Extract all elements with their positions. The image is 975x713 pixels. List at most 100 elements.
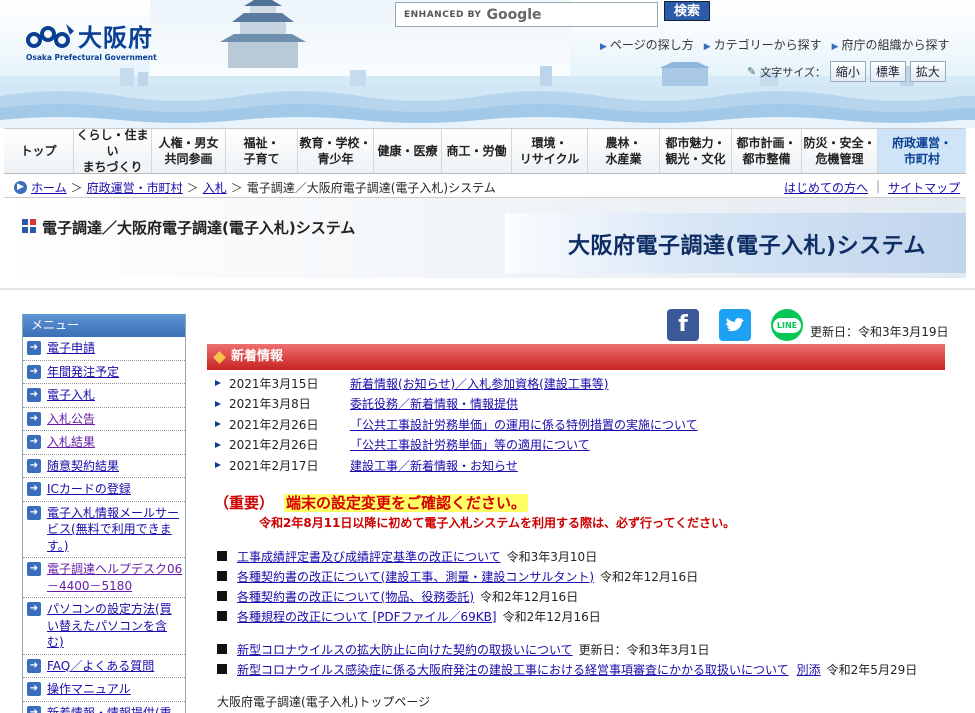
facebook-icon[interactable]: f: [667, 309, 699, 341]
sidebar-item-label[interactable]: 随意契約結果: [47, 458, 119, 475]
notice-subtext: 令和2年8月11日以降に初めて電子入札システムを利用する際は、必ず行ってください…: [259, 516, 736, 530]
sidebar-item-label[interactable]: ICカードの登録: [47, 481, 131, 498]
sidebar-item[interactable]: ➜ 入札公告: [23, 408, 185, 431]
sidebar-item[interactable]: ➜ ICカードの登録: [23, 478, 185, 502]
sidebar-item-label[interactable]: パソコンの設定方法(買い替えたパソコンを含む): [47, 601, 183, 651]
notice-message[interactable]: 端末の設定変更をご確認ください。: [284, 494, 529, 512]
document-link[interactable]: 各種規程の改正について [PDFファイル／69KB]: [237, 608, 497, 625]
news-link[interactable]: 「公共工事設計労務単価」の運用に係る特例措置の実施について: [350, 416, 698, 433]
bullet-square-icon: [217, 571, 227, 581]
sidebar-item[interactable]: ➜ 入札結果: [23, 431, 185, 455]
text-size-normal-button[interactable]: 標準: [869, 61, 906, 82]
news-date: 2021年2月26日: [229, 417, 319, 432]
news-link[interactable]: 委託役務／新着情報・情報提供: [350, 395, 518, 412]
arrow-icon: ➜: [27, 562, 41, 576]
document-item: 各種規程の改正について [PDFファイル／69KB] 令和2年12月16日: [217, 606, 967, 626]
osaka-logo[interactable]: 大阪府 Osaka Prefectural Government: [26, 16, 176, 71]
top-link-page-search[interactable]: ▶ ページの探し方: [600, 36, 694, 53]
top-links: ▶ ページの探し方 ▶ カテゴリーから探す ▶ 府庁の組織から探す: [600, 36, 950, 53]
sidebar-item-label[interactable]: FAQ／よくある質問: [47, 658, 154, 675]
notice-important-label: （重要）: [214, 494, 275, 512]
sidebar-item-label[interactable]: 電子申請: [47, 340, 95, 357]
nav-item-welfare[interactable]: 福祉・ 子育て: [226, 129, 298, 173]
site-header: 大阪府 Osaka Prefectural Government ENHANCE…: [0, 0, 975, 128]
bullet-arrow-icon: [215, 421, 221, 428]
bullet-square-icon: [217, 591, 227, 601]
document-link[interactable]: 新型コロナウイルスの拡大防止に向けた契約の取扱いについて: [237, 641, 573, 658]
sidebar-item[interactable]: ➜ 随意契約結果: [23, 455, 185, 478]
home-icon: ▶: [14, 181, 27, 194]
link-divider: |: [876, 179, 881, 193]
breadcrumb-bidding[interactable]: 入札: [203, 179, 227, 196]
document-item: 各種契約書の改正について(物品、役務委託) 令和2年12月16日: [217, 586, 967, 606]
nav-item-tourism[interactable]: 都市魅力・ 観光・文化: [660, 129, 732, 173]
sidebar-item-label[interactable]: 入札結果: [47, 434, 95, 451]
arrow-icon: ➜: [27, 458, 41, 473]
nav-item-government[interactable]: 府政運営・ 市町村: [878, 129, 966, 173]
sidebar-item[interactable]: ➜ 電子入札情報メールサービス(無料で利用できます。): [23, 502, 185, 558]
updated-date: 更新日：令和3年3月19日: [810, 325, 949, 339]
search-input[interactable]: ENHANCED BY Google: [395, 2, 658, 27]
bullet-arrow-icon: [215, 462, 221, 469]
sidebar-item-label[interactable]: 年間発注予定: [47, 364, 119, 381]
header-wave-decoration: [0, 86, 975, 128]
nav-item-disaster[interactable]: 防災・安全・ 危機管理: [802, 129, 878, 173]
nav-item-education[interactable]: 教育・学校・ 青少年: [298, 129, 374, 173]
news-link[interactable]: 「公共工事設計労務単価」等の適用について: [350, 436, 590, 453]
news-item: 2021年2月17日 建設工事／新着情報・お知らせ: [215, 455, 945, 476]
sidebar-item-label[interactable]: 電子調達ヘルプデスク06－4400－5180: [47, 561, 183, 594]
nav-item-top[interactable]: トップ: [4, 129, 74, 173]
sidebar-item-label[interactable]: 操作マニュアル: [47, 681, 131, 698]
sidebar-item[interactable]: ➜ FAQ／よくある質問: [23, 655, 185, 678]
nav-item-environment[interactable]: 環境・ リサイクル: [512, 129, 588, 173]
sidebar-item[interactable]: ➜ 電子入札: [23, 384, 185, 408]
sidebar-item-label[interactable]: 入札公告: [47, 411, 95, 428]
sidebar-item[interactable]: ➜ 操作マニュアル: [23, 678, 185, 702]
document-link[interactable]: 工事成績評定書及び成績評定基準の改正について: [237, 548, 501, 565]
document-item: 工事成績評定書及び成績評定基準の改正について 令和3年3月10日: [217, 546, 967, 566]
nav-item-agriculture[interactable]: 農林・ 水産業: [588, 129, 660, 173]
line-icon[interactable]: LINE: [771, 309, 803, 341]
top-link-organization[interactable]: ▶ 府庁の組織から探す: [832, 36, 950, 53]
bullet-square-icon: [217, 611, 227, 621]
attachment-link[interactable]: 別添: [797, 661, 821, 678]
arrow-icon: ▶: [600, 42, 607, 52]
search-button[interactable]: 検索: [664, 1, 710, 21]
sidebar-item[interactable]: ➜ 新着情報・情報提供(重要なお知らせ): [23, 702, 185, 713]
nav-item-urban-planning[interactable]: 都市計画・ 都市整備: [732, 129, 802, 173]
sidebar-item[interactable]: ➜ 年間発注予定: [23, 361, 185, 384]
nav-item-human-rights[interactable]: 人権・男女 共同参画: [152, 129, 226, 173]
bullet-arrow-icon: [215, 380, 221, 387]
breadcrumb-government[interactable]: 府政運営・市町村: [87, 179, 183, 196]
sidebar-item-label[interactable]: 電子入札: [47, 387, 95, 404]
text-size-small-button[interactable]: 縮小: [829, 61, 866, 82]
document-link[interactable]: 各種契約書の改正について(建設工事、測量・建設コンサルタント): [237, 568, 594, 585]
arrow-icon: ➜: [27, 682, 41, 696]
logo-english: Osaka Prefectural Government: [26, 53, 157, 62]
nav-item-commerce[interactable]: 商工・労働: [442, 129, 512, 173]
document-list: 工事成績評定書及び成績評定基準の改正について 令和3年3月10日 各種契約書の改正に…: [217, 546, 967, 626]
document-link[interactable]: 新型コロナウイルス感染症に係る大阪府発注の建設工事における経営事項審査にかかる取…: [237, 661, 789, 678]
covid-document-list: 新型コロナウイルスの拡大防止に向けた契約の取扱いについて 更新日：令和3年3月1日…: [217, 639, 967, 679]
twitter-bird-icon: [726, 318, 744, 332]
nav-item-health[interactable]: 健康・医療: [374, 129, 442, 173]
sidebar-item-label[interactable]: 電子入札情報メールサービス(無料で利用できます。): [47, 505, 183, 555]
arrow-icon: ➜: [27, 435, 41, 449]
news-date: 2021年2月17日: [229, 458, 319, 473]
sitemap-link[interactable]: サイトマップ: [888, 179, 960, 196]
twitter-icon[interactable]: [719, 309, 751, 341]
text-size-large-button[interactable]: 拡大: [909, 61, 946, 82]
sidebar-item[interactable]: ➜ 電子調達ヘルプデスク06－4400－5180: [23, 558, 185, 598]
news-link[interactable]: 新着情報(お知らせ)／入札参加資格(建設工事等): [350, 375, 609, 392]
sidebar-item[interactable]: ➜ パソコンの設定方法(買い替えたパソコンを含む): [23, 598, 185, 655]
top-link-category[interactable]: ▶ カテゴリーから探す: [704, 36, 822, 53]
text-size-label: 文字サイズ：: [760, 65, 826, 79]
sidebar-item[interactable]: ➜ 電子申請: [23, 337, 185, 361]
nav-item-living[interactable]: くらし・住まい まちづくり: [74, 128, 152, 174]
social-share: f LINE: [667, 309, 803, 341]
document-link[interactable]: 各種契約書の改正について(物品、役務委託): [237, 588, 474, 605]
first-time-link[interactable]: はじめての方へ: [784, 179, 868, 196]
news-link[interactable]: 建設工事／新着情報・お知らせ: [350, 457, 518, 474]
breadcrumb-home[interactable]: ホーム: [31, 179, 67, 196]
sidebar-item-label[interactable]: 新着情報・情報提供(重要なお知らせ): [47, 705, 183, 713]
